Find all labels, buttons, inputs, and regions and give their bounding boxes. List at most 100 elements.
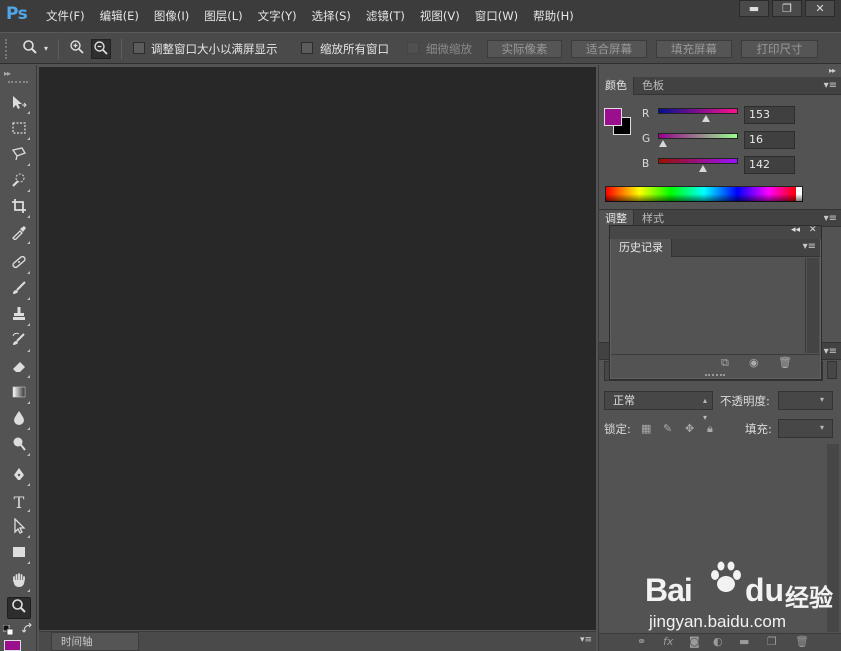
add-mask-icon[interactable]: ◙ (689, 635, 700, 648)
document-canvas[interactable] (39, 67, 596, 630)
layers-filter-scrollbar[interactable] (827, 361, 837, 379)
delete-state-icon[interactable]: 🗑︎ (778, 356, 792, 369)
tool-preset-dropdown-icon[interactable]: ▾ (40, 39, 52, 59)
fill-field[interactable]: ▾ (778, 419, 833, 438)
panel-menu-icon[interactable]: ▾≡ (803, 241, 816, 252)
panel-menu-icon[interactable]: ▾≡ (824, 213, 837, 224)
blue-value-field[interactable]: 142 (744, 156, 795, 174)
zoom-tool-icon[interactable] (7, 597, 31, 619)
timeline-tab[interactable]: 时间轴 (51, 632, 139, 651)
history-scrollbar[interactable] (807, 258, 819, 353)
path-selection-tool-icon[interactable] (7, 517, 31, 540)
menu-help[interactable]: 帮助(H) (533, 8, 574, 24)
color-spectrum-shade (605, 194, 803, 202)
adjustment-layer-icon[interactable]: ◐ (713, 635, 723, 648)
panel-menu-icon[interactable]: ▾≡ (824, 346, 837, 357)
toolbar-grip[interactable] (8, 81, 28, 84)
lock-image-pixels-icon[interactable]: ✎ (663, 422, 672, 435)
crop-tool-icon[interactable] (7, 198, 31, 220)
red-channel-slider[interactable] (658, 108, 738, 114)
scrubby-zoom-checkbox[interactable] (407, 42, 419, 54)
new-layer-icon[interactable]: ❐ (767, 635, 777, 648)
history-brush-tool-icon[interactable] (7, 332, 31, 354)
eyedropper-tool-icon[interactable] (7, 224, 31, 246)
close-panel-icon[interactable]: ✕ (809, 225, 817, 235)
collapse-panel-icon[interactable]: ◂◂ (791, 225, 800, 235)
menu-window[interactable]: 窗口(W) (475, 8, 518, 24)
lock-all-icon[interactable]: 🔒︎ (707, 422, 713, 436)
zoom-in-icon[interactable] (67, 39, 87, 59)
blur-tool-icon[interactable] (7, 410, 31, 432)
panel-menu-icon[interactable]: ▾≡ (824, 80, 837, 91)
red-value-field[interactable]: 153 (744, 106, 795, 124)
move-tool-icon[interactable] (7, 94, 31, 116)
hand-tool-icon[interactable] (7, 572, 31, 594)
expand-toolbar-icon[interactable]: ▸▸ (4, 69, 11, 78)
foreground-color-swatch[interactable] (604, 108, 622, 126)
menu-file[interactable]: 文件(F) (46, 8, 85, 24)
fit-screen-button[interactable]: 适合屏幕 (571, 40, 647, 58)
blue-channel-thumb[interactable] (698, 165, 707, 172)
actual-pixels-button[interactable]: 实际像素 (487, 40, 562, 58)
green-channel-thumb[interactable] (659, 140, 668, 147)
menu-layer[interactable]: 图层(L) (204, 8, 242, 24)
swap-colors-icon[interactable] (21, 622, 33, 634)
options-grip[interactable] (5, 39, 9, 59)
zoom-all-checkbox[interactable] (301, 42, 313, 54)
marquee-tool-icon[interactable] (7, 120, 31, 142)
healing-brush-tool-icon[interactable] (7, 254, 31, 276)
tab-color[interactable]: 颜色 (599, 77, 634, 95)
menu-edit[interactable]: 编辑(E) (100, 8, 139, 24)
panel-menu-icon[interactable]: ▾≡ (580, 635, 592, 645)
dropdown-arrow-icon[interactable]: ▾ (815, 395, 829, 407)
new-group-icon[interactable]: ▬ (739, 635, 749, 648)
new-snapshot-icon[interactable]: ◉ (749, 356, 759, 369)
foreground-color-swatch[interactable] (4, 640, 21, 651)
layers-scrollbar[interactable] (827, 444, 839, 632)
dropdown-arrow-icon[interactable]: ▾ (815, 423, 829, 435)
clone-stamp-tool-icon[interactable] (7, 306, 31, 328)
tab-swatches[interactable]: 色板 (636, 77, 670, 95)
maximize-button[interactable]: ❐ (772, 0, 802, 17)
lock-transparent-pixels-icon[interactable]: ▦ (641, 422, 651, 435)
panel-resize-grip[interactable] (705, 374, 725, 377)
zoom-tool-icon[interactable] (20, 39, 40, 59)
gradient-tool-icon[interactable] (7, 384, 31, 406)
menu-image[interactable]: 图像(I) (154, 8, 189, 24)
zoom-out-icon[interactable] (91, 39, 111, 59)
fill-screen-button[interactable]: 填充屏幕 (656, 40, 732, 58)
dodge-tool-icon[interactable] (7, 436, 31, 458)
pen-tool-icon[interactable] (7, 466, 31, 488)
layers-list[interactable] (599, 444, 825, 632)
menu-filter[interactable]: 滤镜(T) (366, 8, 405, 24)
brush-tool-icon[interactable] (7, 280, 31, 302)
link-layers-icon[interactable]: ⚭ (637, 635, 646, 648)
green-channel-slider[interactable] (658, 133, 738, 139)
blend-mode-select[interactable]: 正常 ▴ ▾ (604, 391, 713, 422)
lasso-tool-icon[interactable] (7, 146, 31, 168)
fx-icon[interactable]: fx (663, 635, 673, 648)
rectangle-tool-icon[interactable] (7, 544, 31, 566)
menu-view[interactable]: 视图(V) (420, 8, 460, 24)
eraser-tool-icon[interactable] (7, 358, 31, 380)
delete-layer-icon[interactable]: 🗑︎ (795, 635, 809, 648)
resize-windows-checkbox[interactable] (133, 42, 145, 54)
tab-history[interactable]: 历史记录 (611, 239, 672, 257)
default-colors-icon[interactable] (2, 624, 14, 636)
menu-type[interactable]: 文字(Y) (258, 8, 297, 24)
history-list[interactable] (611, 258, 806, 353)
green-value-field[interactable]: 16 (744, 131, 795, 149)
blue-channel-slider[interactable] (658, 158, 738, 164)
type-tool-icon[interactable]: T (7, 492, 31, 514)
minimize-button[interactable]: ▬ (739, 0, 769, 17)
lock-position-icon[interactable]: ✥ (685, 422, 694, 435)
collapse-panels-icon[interactable]: ▸▸ (829, 66, 836, 75)
quick-selection-tool-icon[interactable] (7, 172, 31, 194)
red-channel-thumb[interactable] (702, 115, 710, 122)
close-button[interactable]: ✕ (805, 0, 835, 17)
new-document-from-state-icon[interactable]: ⧉ (721, 356, 729, 370)
history-panel-titlebar[interactable]: ◂◂ ✕ (610, 225, 821, 239)
menu-select[interactable]: 选择(S) (312, 8, 351, 24)
opacity-field[interactable]: ▾ (778, 391, 833, 410)
print-size-button[interactable]: 打印尺寸 (741, 40, 818, 58)
